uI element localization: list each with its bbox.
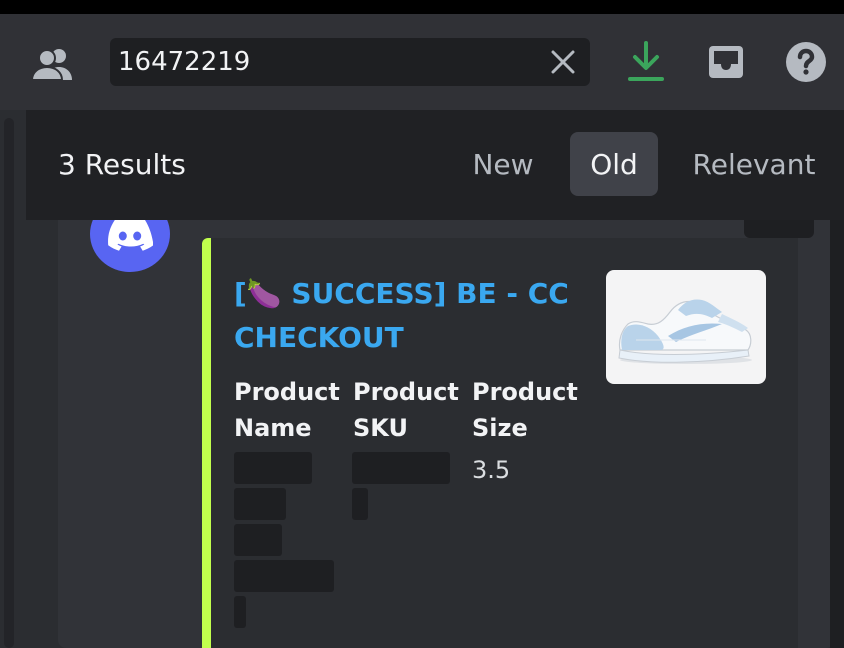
- redacted-block: [234, 488, 286, 520]
- field-name-product-sku: Product SKU: [353, 378, 459, 442]
- sidebar-rail: [0, 110, 22, 648]
- sort-tab-old[interactable]: Old: [570, 132, 658, 196]
- download-icon: [628, 41, 664, 81]
- help-button[interactable]: [784, 40, 828, 84]
- discord-logo-icon: [108, 217, 153, 251]
- embed: [🍆 SUCCESS] BE - CC CHECKOUT Product Nam…: [202, 238, 798, 648]
- search-input[interactable]: [110, 38, 540, 86]
- members-icon: [32, 49, 72, 81]
- redacted-block: [234, 524, 282, 556]
- sort-tab-new[interactable]: New: [458, 132, 548, 196]
- members-button[interactable]: [30, 44, 78, 84]
- inbox-button[interactable]: [704, 40, 748, 84]
- clear-search-button[interactable]: [546, 46, 580, 78]
- sort-tab-relevant[interactable]: Relevant: [682, 132, 826, 196]
- redacted-block: [234, 560, 334, 592]
- results-count: 3 Results: [58, 148, 186, 181]
- sidebar-scrollbar[interactable]: [4, 118, 14, 648]
- download-button[interactable]: [624, 40, 668, 84]
- field-value-product-size: 3.5: [472, 456, 511, 484]
- close-icon: [551, 50, 575, 74]
- search-box: [110, 38, 590, 86]
- sneaker-image: [618, 299, 752, 364]
- results-bar: 3 Results New Old Relevant: [26, 110, 844, 220]
- field-name-product-size: Product Size: [472, 378, 578, 442]
- redacted-block: [234, 452, 312, 484]
- inbox-icon: [709, 46, 743, 78]
- embed-thumbnail[interactable]: [606, 270, 766, 384]
- embed-title[interactable]: [🍆 SUCCESS] BE - CC CHECKOUT: [234, 272, 574, 360]
- embed-accent-bar: [202, 238, 211, 648]
- help-icon: [786, 42, 826, 82]
- search-header: [0, 14, 844, 110]
- redacted-block: [352, 488, 368, 520]
- redacted-block: [234, 596, 246, 628]
- redacted-block: [352, 452, 450, 484]
- field-name-product-name: Product Name: [234, 378, 340, 442]
- window-top-strip: [0, 0, 844, 14]
